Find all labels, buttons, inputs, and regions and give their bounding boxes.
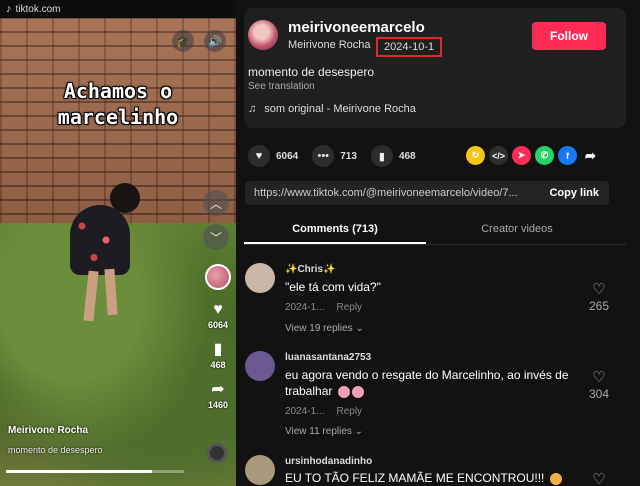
comment-like-button[interactable]: ♡ 265 (584, 282, 614, 313)
post-info-card: meirivoneemarcelo Meirivone Rocha 2024-1… (244, 8, 626, 128)
view-replies-button[interactable]: View 19 replies ⌄ (285, 323, 364, 334)
commenter-name[interactable]: luanasantana2753 (285, 352, 371, 363)
graduation-cap-icon[interactable]: 🎓 (172, 30, 194, 52)
video-share-button[interactable]: ➦ 1460 (207, 381, 229, 411)
sound-link[interactable]: ♫ som original - Meirivone Rocha (248, 103, 416, 115)
reply-button[interactable]: Reply (336, 302, 362, 313)
comment-meta: 2024-1... Reply (285, 406, 362, 417)
like-count: 6064 (276, 150, 299, 162)
chevron-down-icon[interactable]: ﹀ (203, 224, 229, 250)
tab-comments[interactable]: Comments (713) (244, 214, 426, 244)
reply-button[interactable]: Reply (336, 406, 362, 417)
comment-meta: 2024-1... Reply (285, 302, 362, 313)
detail-panel: meirivoneemarcelo Meirivone Rocha 2024-1… (236, 0, 640, 486)
author-handle[interactable]: meirivoneemarcelo (288, 19, 425, 36)
heart-icon: ♥ (213, 301, 223, 318)
volume-icon[interactable]: 🔊 (204, 30, 226, 52)
emoji-icon (549, 472, 562, 485)
pig-emoji-icon (337, 385, 350, 398)
video-author[interactable]: Meirivone Rocha (8, 425, 88, 436)
share-icons: ↻ </> ➤ ✆ f ➦ (466, 146, 600, 165)
music-disc-icon[interactable] (207, 443, 227, 463)
heart-outline-icon: ♡ (592, 471, 606, 486)
comment-like-button[interactable]: ♡ 304 (584, 370, 614, 401)
repost-icon[interactable]: ↻ (466, 146, 485, 165)
tiktok-logo-icon: ♪ (6, 3, 12, 15)
tab-creator-videos[interactable]: Creator videos (426, 214, 608, 244)
share-arrow-icon[interactable]: ➦ (581, 146, 600, 165)
overlay-line-1: Achamos o (63, 79, 173, 103)
bookmark-icon: ▮ (370, 145, 393, 167)
heart-outline-icon: ♡ (592, 281, 606, 298)
video-url[interactable]: https://www.tiktok.com/@meirivoneemarcel… (254, 187, 536, 199)
comment-like-button[interactable]: ♡ (584, 472, 614, 486)
comment-text-wrap: eu agora vendo o resgate do Marcelinho, … (285, 367, 575, 399)
video-comment-count: 468 (210, 360, 226, 370)
commenter-avatar[interactable] (245, 351, 275, 381)
comment-text: eu agora vendo o resgate do Marcelinho, … (285, 368, 569, 398)
heart-icon: ♥ (248, 145, 270, 167)
video-nav: ︿ ﹀ (203, 190, 231, 250)
video-share-count: 1460 (207, 400, 229, 410)
commenter-avatar[interactable] (245, 263, 275, 293)
post-description: momento de desespero (248, 65, 375, 79)
panel-tabs: Comments (713) Creator videos (244, 214, 626, 245)
heart-outline-icon: ♡ (592, 369, 606, 386)
video-caption: momento de desespero (8, 445, 103, 455)
chevron-up-icon[interactable]: ︿ (203, 190, 229, 216)
facebook-icon[interactable]: f (558, 146, 577, 165)
comment-text-wrap: EU TO TÃO FELIZ MAMÃE ME ENCONTROU!!! (285, 470, 575, 486)
overlay-line-2: marcelinho (57, 105, 179, 129)
embed-icon[interactable]: </> (489, 146, 508, 165)
video-progress-fill (6, 470, 152, 473)
view-replies-button[interactable]: View 11 replies ⌄ (285, 426, 363, 437)
comment-date: 2024-1... (285, 302, 325, 313)
comment-text: "ele tá com vida?" (285, 280, 381, 294)
video-action-bar: ♥ 6064 ▮ 468 ➦ 1460 (203, 264, 233, 410)
save-count: 468 (398, 150, 416, 162)
commenter-name[interactable]: ✨Chris✨ (285, 264, 335, 275)
bookmark-icon: ▮ (213, 341, 223, 358)
sound-label: som original - Meirivone Rocha (264, 103, 416, 115)
comment-text: EU TO TÃO FELIZ MAMÃE ME ENCONTROU!!! (285, 471, 545, 485)
copy-link-button[interactable]: Copy link (549, 187, 599, 199)
music-note-icon: ♫ (248, 103, 257, 115)
whatsapp-icon[interactable]: ✆ (535, 146, 554, 165)
send-icon[interactable]: ➤ (512, 146, 531, 165)
video-comment-button[interactable]: ▮ 468 (210, 341, 226, 371)
comment-button[interactable]: ••• 713 (312, 145, 357, 167)
browser-tab-bar: ♪ tiktok.com ⧉ ✕ (0, 0, 236, 18)
comment-like-count: 265 (588, 299, 610, 313)
comment-count: 713 (340, 150, 357, 162)
follow-button[interactable]: Follow (532, 22, 606, 50)
post-date: 2024-10-1 (376, 37, 443, 57)
woman-figure (62, 183, 142, 333)
author-avatar[interactable] (248, 20, 278, 50)
save-button[interactable]: ▮ 468 (370, 145, 416, 167)
video-like-button[interactable]: ♥ 6064 (207, 301, 229, 331)
link-copy-box: https://www.tiktok.com/@meirivoneemarcel… (245, 181, 609, 205)
commenter-name[interactable]: ursinhodanadinho (285, 456, 372, 467)
see-translation-link[interactable]: See translation (248, 81, 315, 92)
video-player[interactable]: ♪ tiktok.com ⧉ ✕ 🎓 🔊 Achamos o marcelinh… (0, 0, 236, 486)
video-overlay-text: Achamos o marcelinho (0, 78, 236, 130)
site-label: tiktok.com (15, 3, 61, 15)
comment-bubble-icon: ••• (312, 145, 335, 167)
video-progress-bar[interactable] (6, 470, 184, 473)
share-arrow-icon: ➦ (211, 381, 225, 398)
commenter-avatar[interactable] (245, 455, 275, 485)
like-button[interactable]: ♥ 6064 (248, 145, 298, 167)
video-like-count: 6064 (207, 320, 229, 330)
comment-like-count: 304 (588, 387, 610, 401)
comment-date: 2024-1... (285, 406, 325, 417)
pig-emoji-icon (351, 385, 364, 398)
creator-avatar[interactable] (205, 264, 231, 290)
author-display-name: Meirivone Rocha (288, 39, 371, 51)
